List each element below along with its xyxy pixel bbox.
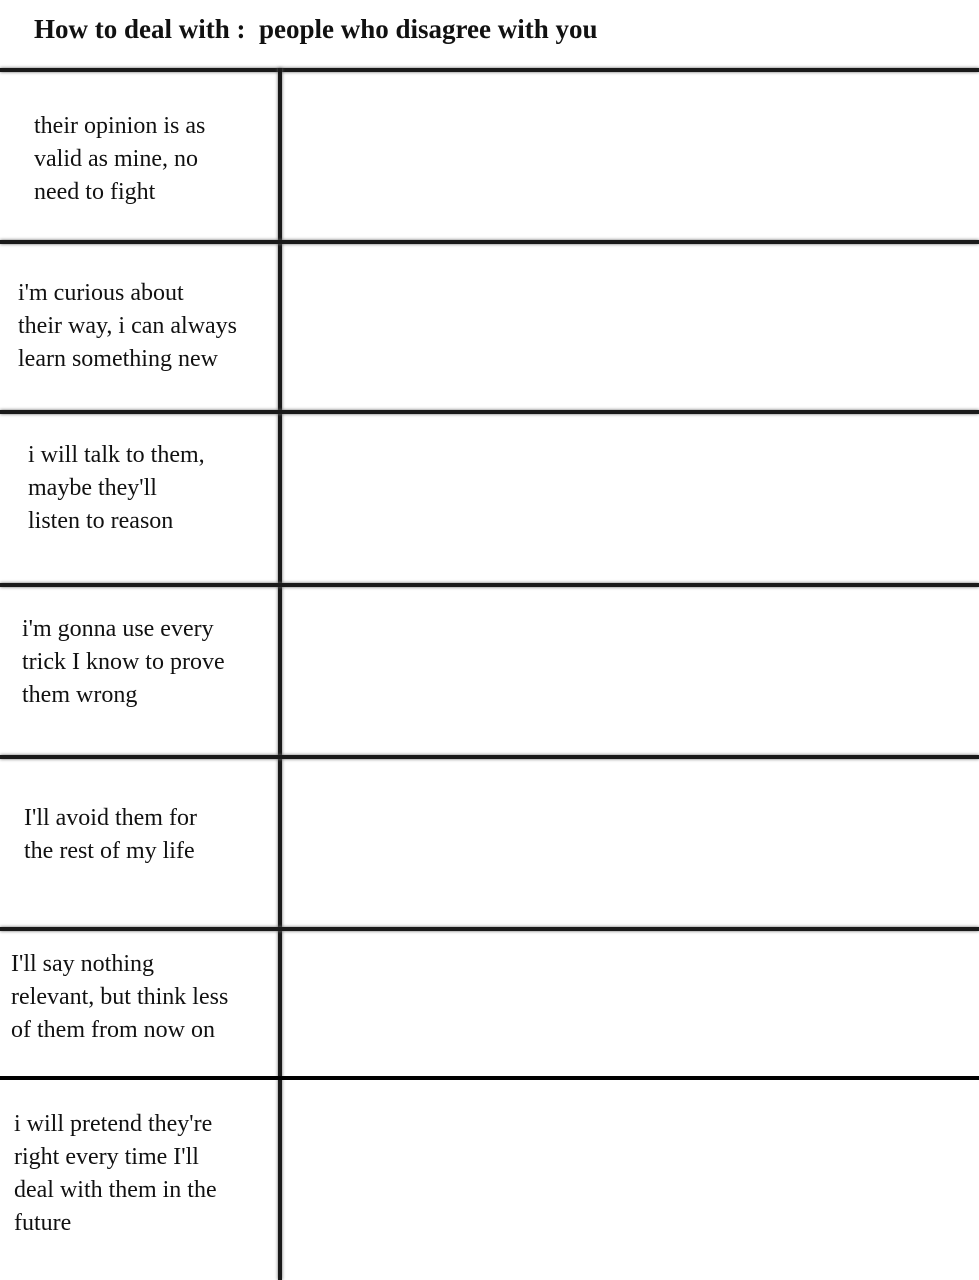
row-label: I'll avoid them for the rest of my life	[24, 805, 197, 864]
answer-cell[interactable]	[282, 931, 979, 1076]
row-label: their opinion is as valid as mine, no ne…	[34, 113, 206, 205]
answer-cell[interactable]	[282, 72, 979, 240]
row-label: i'm curious about their way, i can alway…	[18, 280, 238, 372]
row-label: i will pretend they're right every time …	[14, 1111, 217, 1236]
row-label: i'm gonna use every trick I know to prov…	[22, 616, 225, 708]
answer-cell[interactable]	[282, 587, 979, 755]
answer-cell[interactable]	[282, 759, 979, 927]
row-label: I'll say nothing relevant, but think les…	[11, 951, 229, 1043]
answer-cell[interactable]	[282, 244, 979, 410]
answer-cell[interactable]	[282, 414, 979, 583]
row-label: i will talk to them, maybe they'll liste…	[28, 442, 205, 534]
chart-title: How to deal with : people who disagree w…	[34, 14, 598, 44]
answer-cell[interactable]	[282, 1080, 979, 1280]
